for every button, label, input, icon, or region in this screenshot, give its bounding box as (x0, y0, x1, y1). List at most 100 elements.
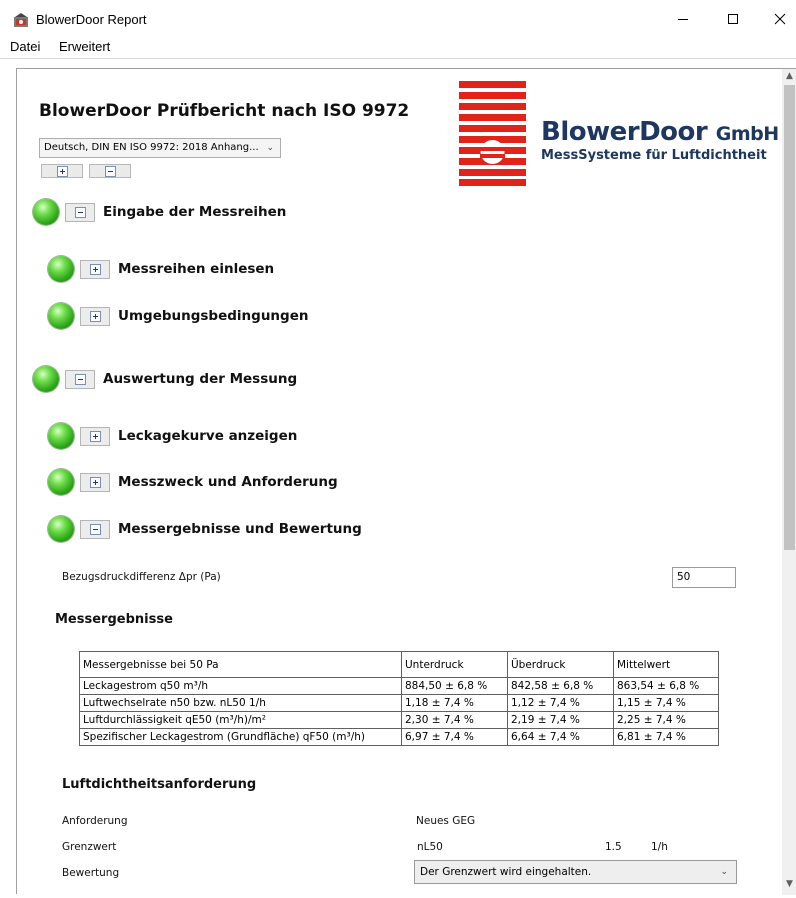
section-label: Messzweck und Anforderung (118, 474, 338, 490)
bewertung-label: Bewertung (62, 867, 120, 879)
status-ok-icon (48, 469, 74, 495)
bewertung-select[interactable]: Der Grenzwert wird eingehalten. ⌄ (414, 860, 737, 884)
collapse-all-button[interactable] (89, 164, 131, 178)
table-cell: Luftwechselrate n50 bzw. nL50 1/h (79, 694, 402, 712)
chevron-down-icon: ⌄ (266, 143, 274, 153)
grenzwert-value: 1.5 (605, 841, 622, 853)
table-cell: 2,30 ± 7,4 % (401, 711, 508, 729)
grenzwert-unit: 1/h (651, 841, 668, 853)
status-ok-icon (33, 366, 59, 392)
anforderung-label: Anforderung (62, 815, 128, 827)
table-cell: Leckagestrom q50 m³/h (79, 677, 402, 695)
table-cell: Luftdurchlässigkeit qE50 (m³/h)/m² (79, 711, 402, 729)
plus-icon (89, 476, 101, 488)
report-title: BlowerDoor Prüfbericht nach ISO 9972 (39, 101, 410, 121)
section-messzweck-und-anforderung: Messzweck und Anforderung (48, 467, 338, 497)
language-select-value: Deutsch, DIN EN ISO 9972: 2018 Anhang... (44, 142, 259, 153)
expand-all-button[interactable] (41, 164, 83, 178)
logo-company-name: BlowerDoor GmbH (541, 117, 779, 147)
table-cell: 842,58 ± 6,8 % (507, 677, 614, 695)
status-ok-icon (48, 423, 74, 449)
table-cell: 6,97 ± 7,4 % (401, 728, 508, 746)
section-auswertung-der-messung: Auswertung der Messung (33, 364, 297, 394)
section-eingabe-der-messreihen: Eingabe der Messreihen (33, 197, 286, 227)
collapse-section-button[interactable] (65, 202, 95, 222)
section-label: Eingabe der Messreihen (103, 204, 287, 220)
section-leckagekurve-anzeigen: Leckagekurve anzeigen (48, 421, 297, 451)
results-heading: Messergebnisse (55, 612, 173, 627)
minimize-button[interactable] (660, 4, 706, 34)
minus-icon (74, 373, 86, 385)
maximize-button[interactable] (710, 4, 756, 34)
minus-icon (89, 523, 101, 535)
menu-datei[interactable]: Datei (10, 39, 40, 54)
bewertung-select-value: Der Grenzwert wird eingehalten. (420, 866, 592, 878)
section-label: Messreihen einlesen (118, 261, 275, 277)
plus-icon (89, 263, 101, 275)
menu-divider (0, 58, 796, 59)
expand-section-button[interactable] (80, 306, 110, 326)
table-row: Luftdurchlässigkeit qE50 (m³/h)/m² 2,30 … (79, 711, 719, 729)
status-ok-icon (33, 199, 59, 225)
status-ok-icon (48, 303, 74, 329)
table-cell: 1,18 ± 7,4 % (401, 694, 508, 712)
plus-icon (56, 165, 68, 177)
section-label: Leckagekurve anzeigen (118, 428, 298, 444)
results-table: Messergebnisse bei 50 Pa Unterdruck Über… (79, 651, 719, 746)
scroll-down-icon[interactable]: ▼ (784, 879, 795, 889)
table-row: Spezifischer Leckagestrom (Grundfläche) … (79, 728, 719, 746)
expand-section-button[interactable] (80, 259, 110, 279)
table-cell: Spezifischer Leckagestrom (Grundfläche) … (79, 728, 402, 746)
section-label: Umgebungsbedingungen (118, 308, 309, 324)
section-label: Messergebnisse und Bewertung (118, 521, 362, 537)
table-cell: 6,64 ± 7,4 % (507, 728, 614, 746)
scroll-up-icon[interactable]: ▲ (784, 71, 795, 81)
table-header-row: Messergebnisse bei 50 Pa Unterdruck Über… (79, 651, 719, 678)
maximize-icon (728, 14, 738, 24)
minimize-icon (678, 19, 688, 20)
menu-erweitert[interactable]: Erweitert (59, 39, 110, 54)
table-cell: 1,15 ± 7,4 % (613, 694, 719, 712)
plus-icon (89, 430, 101, 442)
section-umgebungsbedingungen: Umgebungsbedingungen (48, 301, 308, 331)
minus-icon (74, 206, 86, 218)
status-ok-icon (48, 516, 74, 542)
table-cell: 884,50 ± 6,8 % (401, 677, 508, 695)
anforderung-value: Neues GEG (416, 815, 476, 827)
table-row: Luftwechselrate n50 bzw. nL50 1/h 1,18 ±… (79, 694, 719, 712)
table-cell: 2,25 ± 7,4 % (613, 711, 719, 729)
plus-icon (89, 310, 101, 322)
minus-icon (104, 165, 116, 177)
app-icon (14, 13, 28, 27)
grenzwert-symbol: nL50 (417, 841, 443, 853)
logo-name-text: BlowerDoor (541, 117, 708, 147)
collapse-section-button[interactable] (80, 519, 110, 539)
column-header: Messergebnisse bei 50 Pa (79, 651, 402, 678)
close-icon (774, 13, 786, 25)
section-messergebnisse-und-bewertung: Messergebnisse und Bewertung (48, 514, 362, 544)
logo-tagline: MessSysteme für Luftdichtheit (541, 148, 767, 163)
column-header: Mittelwert (613, 651, 719, 678)
column-header: Unterdruck (401, 651, 508, 678)
reference-pressure-input[interactable]: 50 (672, 567, 736, 588)
close-button[interactable] (757, 4, 796, 34)
language-standard-select[interactable]: Deutsch, DIN EN ISO 9972: 2018 Anhang...… (39, 138, 281, 158)
table-row: Leckagestrom q50 m³/h 884,50 ± 6,8 % 842… (79, 677, 719, 695)
section-messreihen-einlesen: Messreihen einlesen (48, 254, 274, 284)
requirement-heading: Luftdichtheitsanforderung (62, 777, 257, 792)
window-title: BlowerDoor Report (36, 12, 147, 27)
table-cell: 6,81 ± 7,4 % (613, 728, 719, 746)
status-ok-icon (48, 256, 74, 282)
logo-gmbh-text: GmbH (715, 123, 779, 145)
menu-bar: Datei Erweitert (0, 38, 796, 58)
expand-section-button[interactable] (80, 472, 110, 492)
scrollbar-thumb[interactable] (784, 85, 795, 550)
column-header: Überdruck (507, 651, 614, 678)
collapse-section-button[interactable] (65, 369, 95, 389)
table-cell: 2,19 ± 7,4 % (507, 711, 614, 729)
chevron-down-icon: ⌄ (720, 867, 728, 877)
expand-section-button[interactable] (80, 426, 110, 446)
reference-pressure-label: Bezugsdruckdifferenz Δpr (Pa) (62, 571, 221, 583)
table-cell: 863,54 ± 6,8 % (613, 677, 719, 695)
blowerdoor-logo-icon (459, 81, 526, 186)
